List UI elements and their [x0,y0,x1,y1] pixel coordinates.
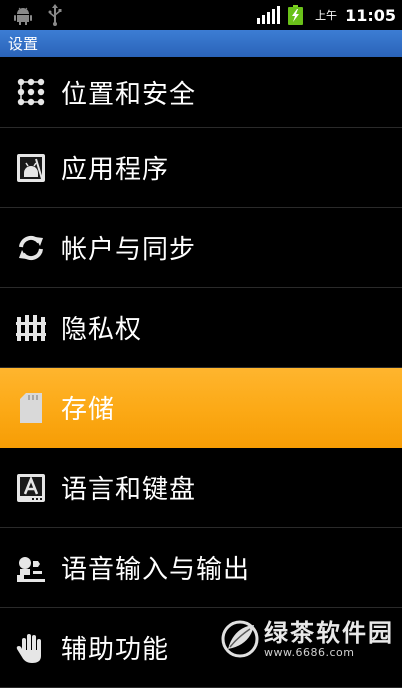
settings-item-accounts-sync[interactable]: 帐户与同步 [0,208,402,288]
accessibility-icon [15,632,47,664]
leaf-logo-icon [220,619,260,659]
settings-list: 位置和安全 应用程序 帐户与同步 隐私权 存储 语言和键盘 语音输入与输出 辅助… [0,57,402,688]
title-bar: 设置 [0,30,402,57]
settings-item-label: 辅助功能 [61,635,170,665]
privacy-icon [15,312,47,344]
settings-item-applications[interactable]: 应用程序 [0,128,402,208]
sync-icon [15,232,47,264]
watermark-text: 绿茶软件园 www.6686.com [264,620,394,659]
voice-io-icon [15,552,47,584]
status-right-icons: 上午 11:05 [257,0,396,30]
settings-item-label: 位置和安全 [61,79,197,110]
usb-icon [48,4,62,30]
watermark-url: www.6686.com [264,645,355,659]
watermark: 绿茶软件园 www.6686.com [220,619,394,659]
sd-card-icon [15,392,47,424]
settings-item-voice-io[interactable]: 语音输入与输出 [0,528,402,608]
time-period: 上午 [315,9,338,22]
settings-item-language-keyboard[interactable]: 语言和键盘 [0,448,402,528]
location-security-icon [15,76,47,108]
page-title: 设置 [8,35,39,53]
applications-icon [15,152,47,184]
signal-icon [257,6,281,24]
watermark-name: 绿茶软件园 [264,618,394,647]
clock: 11:05 [345,5,396,25]
settings-item-label: 应用程序 [61,155,170,185]
language-keyboard-icon [15,472,47,504]
status-left-icons [14,4,62,30]
settings-item-storage[interactable]: 存储 [0,368,402,448]
settings-item-privacy[interactable]: 隐私权 [0,288,402,368]
android-debug-icon [14,5,32,29]
settings-item-label: 帐户与同步 [61,235,197,265]
settings-item-label: 存储 [61,395,116,425]
settings-item-label: 语音输入与输出 [61,555,251,585]
battery-charging-icon [288,5,304,25]
status-bar: 上午 11:05 [0,0,402,30]
settings-item-location-security[interactable]: 位置和安全 [0,57,402,128]
settings-item-label: 语言和键盘 [61,475,197,505]
settings-item-label: 隐私权 [61,315,143,345]
